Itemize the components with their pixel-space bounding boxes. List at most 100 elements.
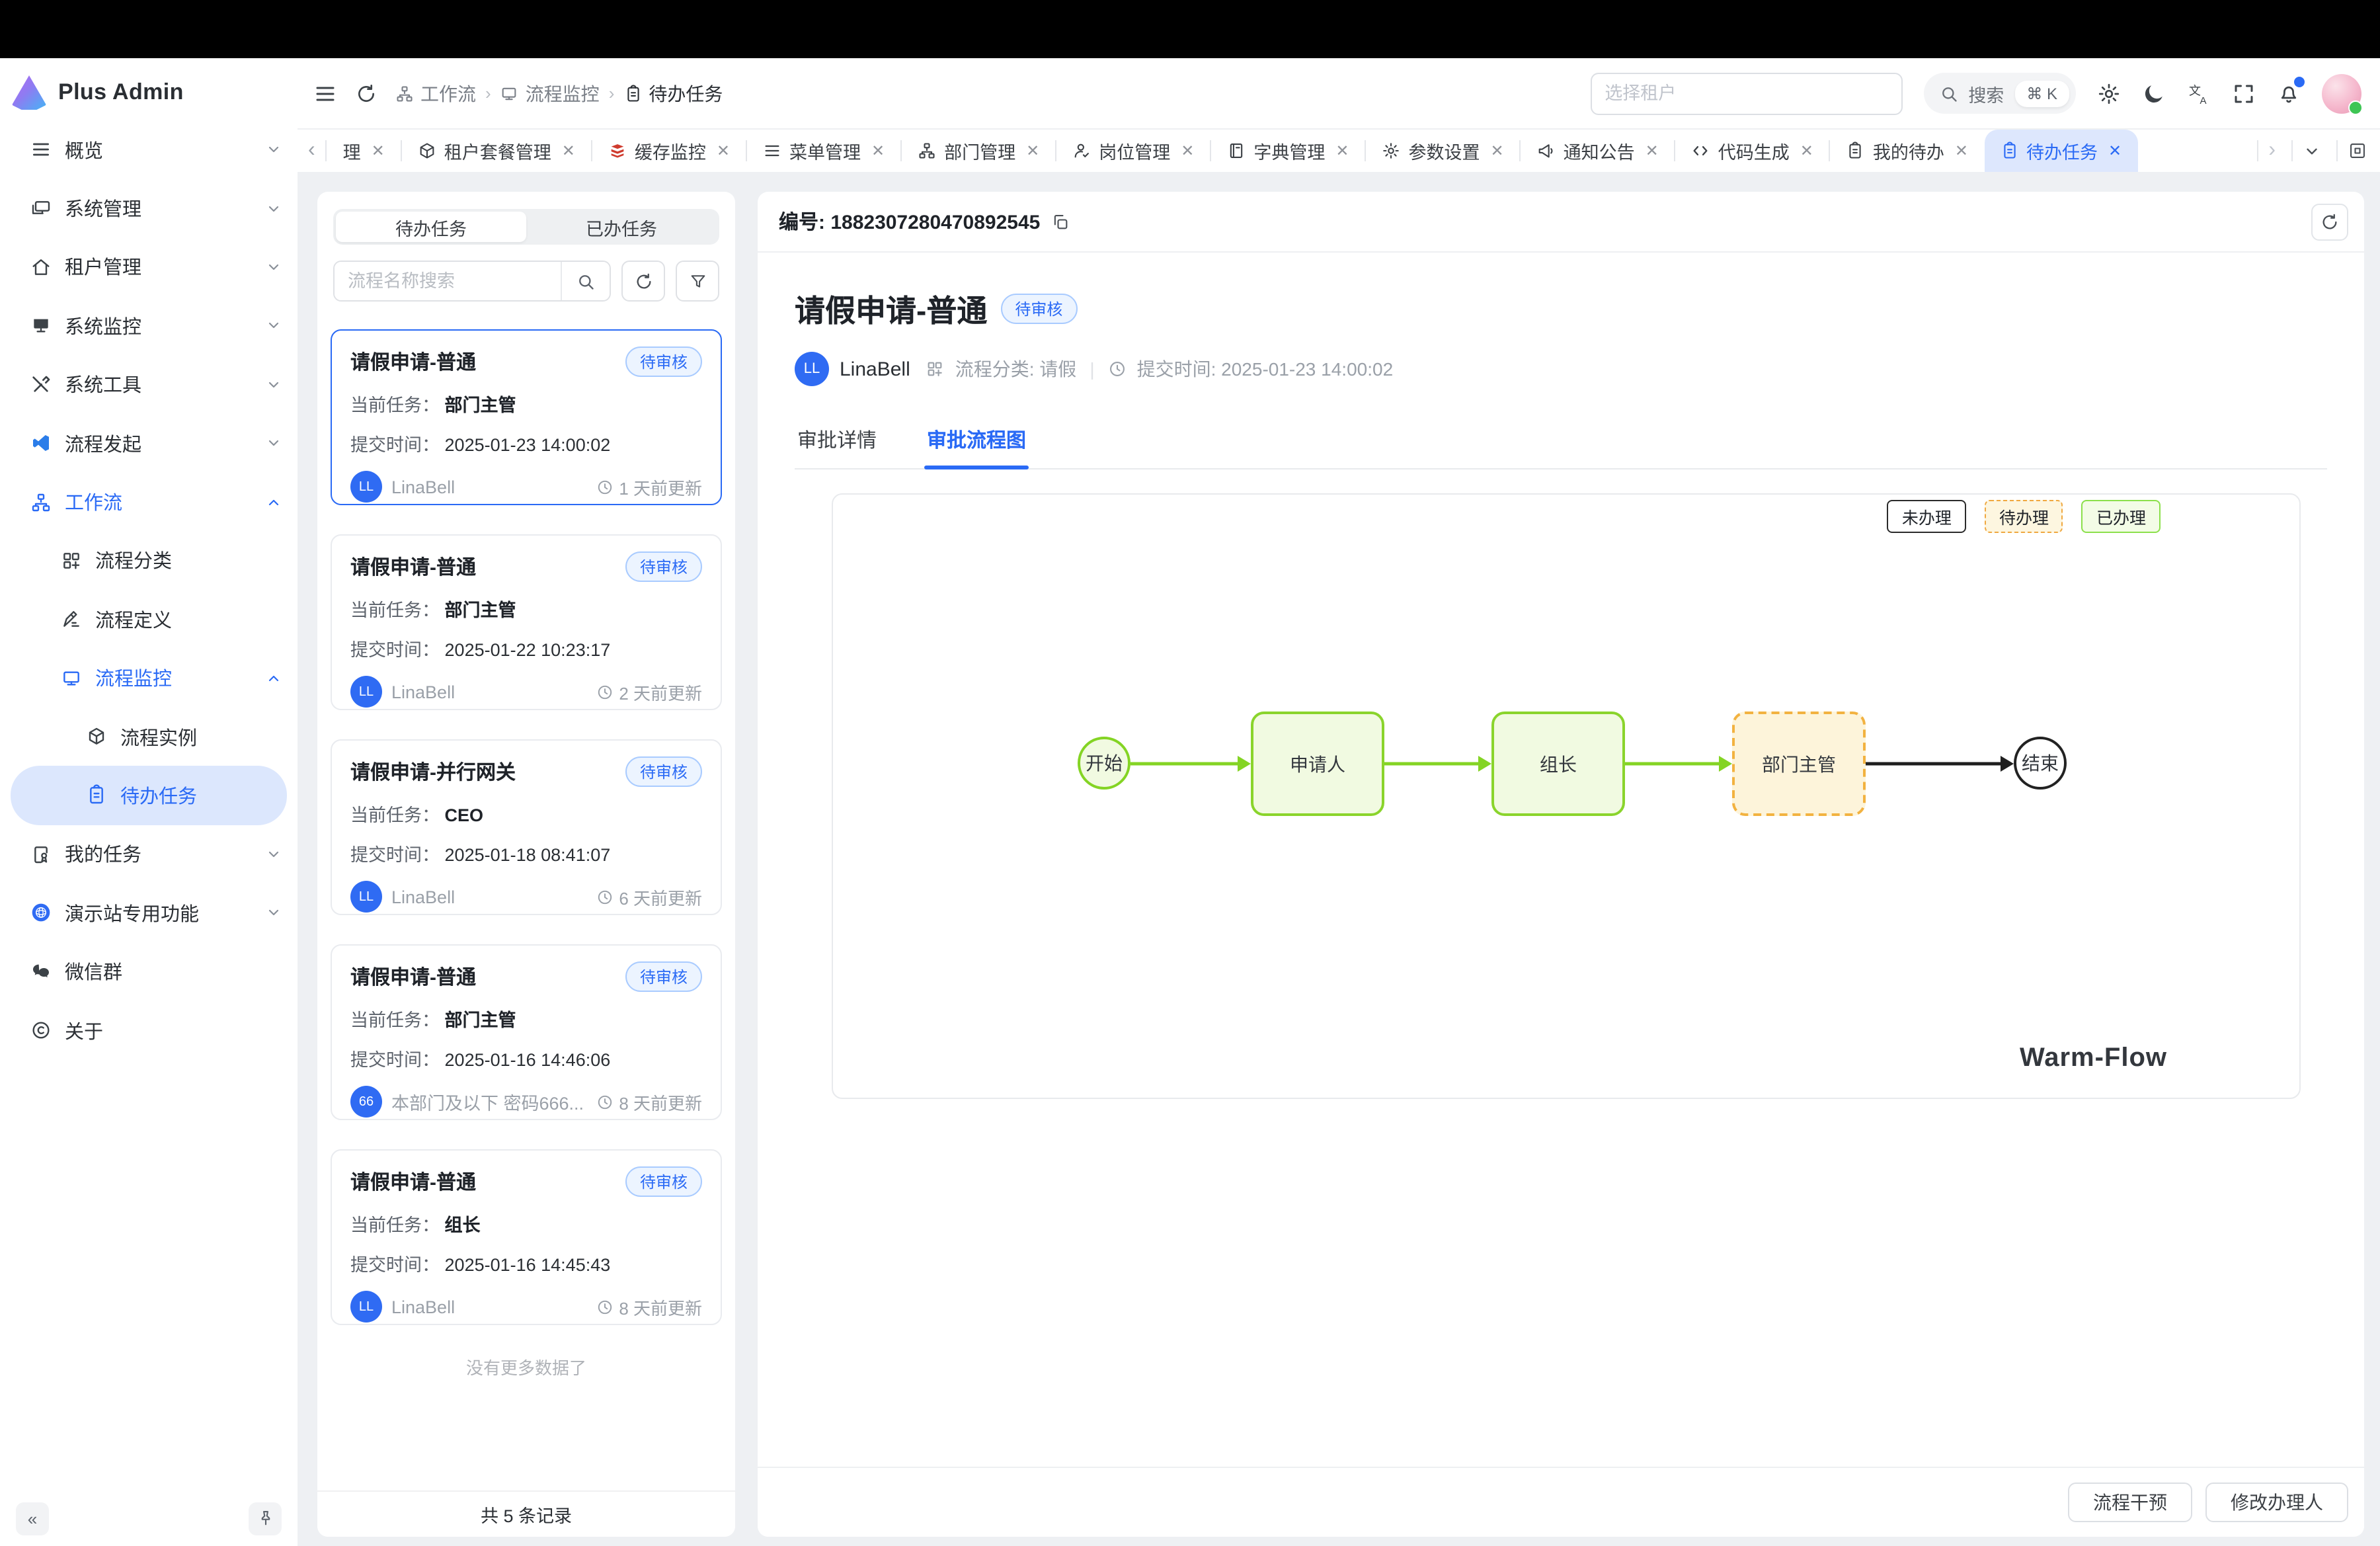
reset-button[interactable] [621,261,665,302]
menu-icon [30,139,52,160]
close-tab-icon[interactable]: ✕ [1026,142,1039,160]
close-tab-icon[interactable]: ✕ [562,142,575,160]
tabs-scroll-right-button[interactable]: › [2256,140,2286,161]
page-tab-department-management[interactable]: 部门管理✕ [902,130,1055,172]
settings-button[interactable] [2097,81,2121,105]
flow-node-start[interactable]: 开始 [1078,737,1130,790]
box-icon [418,142,436,160]
page-tab-clipped[interactable]: 理✕ [327,130,401,172]
sidebar-item-process-category[interactable]: 流程分类 [0,531,298,590]
segment-todo-tasks[interactable]: 待办任务 [336,212,526,242]
close-tab-icon[interactable]: ✕ [1335,142,1349,160]
status-badge: 待审核 [625,346,702,377]
detail-tabs: 审批详情 审批流程图 [795,415,2327,469]
close-tab-icon[interactable]: ✕ [871,142,885,160]
megaphone-icon [1537,142,1556,160]
page-tab-dict-management[interactable]: 字典管理✕ [1211,130,1365,172]
fullscreen-button[interactable] [2232,81,2256,105]
global-search-button[interactable]: 搜索 ⌘ K [1923,73,2076,114]
task-title: 请假申请-普通 [350,553,476,581]
close-tab-icon[interactable]: ✕ [1181,142,1194,160]
page-tab-bar: ‹ 理✕ 租户套餐管理✕ 缓存监控✕ 菜单管理✕ 部门管理✕ 岗位管理✕ [298,130,2380,173]
sidebar-item-system-tools[interactable]: 系统工具 [0,355,298,414]
sidebar-item-todo-tasks[interactable]: 待办任务 [11,766,287,825]
sidebar-item-overview[interactable]: 概览 [0,120,298,179]
search-icon [1939,84,1958,102]
close-tab-icon[interactable]: ✕ [1800,142,1813,160]
task-card[interactable]: 请假申请-并行网关待审核 当前任务： CEO 提交时间： 2025-01-18 … [331,739,722,915]
book-icon [1227,142,1246,160]
user-avatar[interactable] [2322,73,2361,113]
page-tab-menu-management[interactable]: 菜单管理✕ [747,130,900,172]
change-assignee-button[interactable]: 修改办理人 [2205,1483,2348,1522]
sidebar-item-system-management[interactable]: 系统管理 [0,179,298,238]
sidebar-item-tenant-management[interactable]: 租户管理 [0,238,298,297]
language-button[interactable]: 文A [2187,81,2211,105]
close-tab-icon[interactable]: ✕ [717,142,730,160]
page-tab-post-management[interactable]: 岗位管理✕ [1056,130,1210,172]
tabs-menu-button[interactable] [2291,140,2331,161]
sidebar-item-wechat-group[interactable]: 微信群 [0,942,298,1001]
close-tab-icon[interactable]: ✕ [1955,142,1968,160]
task-card[interactable]: 请假申请-普通待审核 当前任务： 部门主管 提交时间： 2025-01-23 1… [331,329,722,505]
search-button[interactable] [561,262,610,300]
tenant-select-input[interactable] [1590,72,1902,114]
dark-mode-button[interactable] [2142,81,2166,105]
sidebar-item-process-monitor[interactable]: 流程监控 [0,649,298,708]
notifications-button[interactable] [2277,81,2301,105]
process-intervene-button[interactable]: 流程干预 [2068,1483,2192,1522]
breadcrumb-workflow[interactable]: 工作流 [395,80,476,106]
clock-icon [596,478,614,495]
sidebar-item-process-initiate[interactable]: 流程发起 [0,414,298,473]
flowchart-canvas[interactable]: 未办理 待办理 已办理 开始 申请人 [832,493,2301,1099]
sidebar-item-about[interactable]: 关于 [0,1001,298,1060]
task-title: 请假申请-并行网关 [350,758,516,786]
tab-approval-flowchart[interactable]: 审批流程图 [924,415,1029,468]
close-tab-icon[interactable]: ✕ [1646,142,1659,160]
close-tab-icon[interactable]: ✕ [372,142,385,160]
copy-icon[interactable] [1051,212,1069,231]
breadcrumb-todo-tasks[interactable]: 待办任务 [623,80,723,106]
task-list-panel: 待办任务 已办任务 请假申请-普通待审核 当前任务： 部门主管 提交时间： 20… [317,192,735,1537]
cube-icon [86,726,107,747]
tab-approval-detail[interactable]: 审批详情 [795,415,879,468]
flow-node-end[interactable]: 结束 [2014,737,2067,790]
task-card[interactable]: 请假申请-普通待审核 当前任务： 组长 提交时间： 2025-01-16 14:… [331,1149,722,1325]
pin-sidebar-button[interactable] [249,1502,282,1535]
sidebar-item-demo-features[interactable]: 演示站专用功能 [0,883,298,942]
page-tab-my-todo[interactable]: 我的待办✕ [1831,130,1984,172]
toggle-sidebar-button[interactable] [313,81,337,105]
task-card[interactable]: 请假申请-普通待审核 当前任务： 部门主管 提交时间： 2025-01-16 1… [331,944,722,1120]
segment-done-tasks[interactable]: 已办任务 [526,212,717,242]
breadcrumb: 工作流 › 流程监控 › 待办任务 [395,80,723,106]
page-tab-code-generation[interactable]: 代码生成✕ [1676,130,1829,172]
tabs-scroll-left-button[interactable]: ‹ [298,130,326,172]
page-tab-notice[interactable]: 通知公告✕ [1521,130,1675,172]
page-tab-tenant-package[interactable]: 租户套餐管理✕ [402,130,591,172]
close-tab-icon[interactable]: ✕ [2108,142,2122,160]
collapse-sidebar-button[interactable]: « [16,1502,49,1535]
sidebar-item-system-monitor[interactable]: 系统监控 [0,296,298,355]
chevron-down-icon [266,200,282,216]
page-tab-todo-tasks[interactable]: 待办任务✕ [1984,130,2137,172]
sidebar-item-workflow[interactable]: 工作流 [0,473,298,532]
flow-node-applicant[interactable]: 申请人 [1251,712,1384,816]
breadcrumb-process-monitor[interactable]: 流程监控 [500,80,600,106]
content-fullscreen-button[interactable] [2336,140,2377,161]
flow-node-dept-manager[interactable]: 部门主管 [1732,712,1866,816]
refresh-detail-button[interactable] [2311,203,2348,240]
refresh-page-button[interactable] [356,83,377,104]
page-tab-param-settings[interactable]: 参数设置✕ [1367,130,1520,172]
sidebar-item-process-instance[interactable]: 流程实例 [0,708,298,766]
close-tab-icon[interactable]: ✕ [1491,142,1504,160]
process-name-search-input[interactable] [335,262,561,300]
sidebar-item-my-tasks[interactable]: 我的任务 [0,825,298,883]
clipboard-icon [2000,142,2018,160]
sidebar-item-process-definition[interactable]: 流程定义 [0,590,298,649]
org-chart-icon [918,142,936,160]
page-tab-cache-monitor[interactable]: 缓存监控✕ [592,130,746,172]
task-card[interactable]: 请假申请-普通待审核 当前任务： 部门主管 提交时间： 2025-01-22 1… [331,534,722,710]
flow-node-team-leader[interactable]: 组长 [1491,712,1625,816]
refresh-icon [356,83,377,104]
filter-button[interactable] [676,261,719,302]
